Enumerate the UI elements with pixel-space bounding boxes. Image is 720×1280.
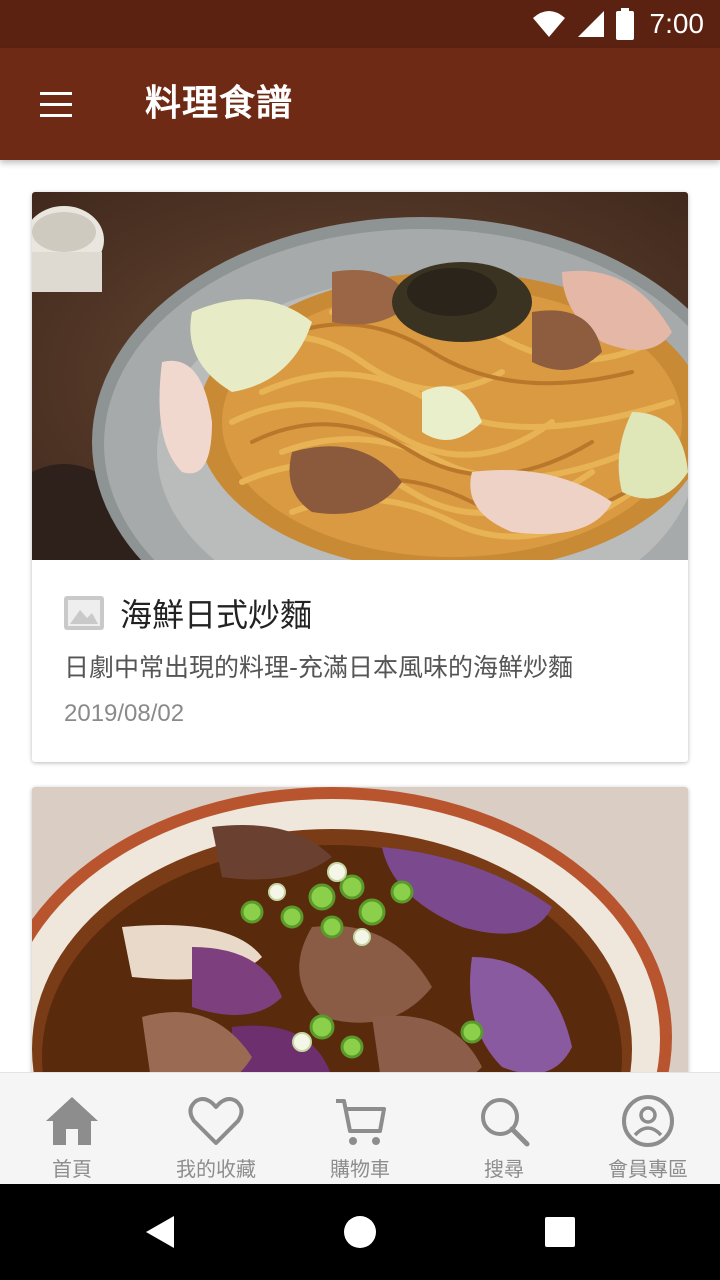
yakisoba-photo <box>32 192 688 560</box>
recipe-description: 日劇中常出現的料理-充滿日本風味的海鮮炒麵 <box>64 653 574 682</box>
home-icon <box>46 1097 98 1145</box>
recipe-card-body: 海鮮日式炒麵 日劇中常出現的料理-充滿日本風味的海鮮炒麵 2019/08/02 <box>32 560 688 762</box>
back-icon[interactable] <box>136 1208 184 1256</box>
recipe-title: 海鮮日式炒麵 <box>120 596 313 634</box>
recipe-card[interactable]: 海鮮日式炒麵 日劇中常出現的料理-充滿日本風味的海鮮炒麵 2019/08/02 <box>32 192 688 762</box>
account-icon <box>622 1095 674 1147</box>
system-nav-bar <box>0 1184 720 1280</box>
home-circle-icon[interactable] <box>336 1208 384 1256</box>
hamburger-menu-icon[interactable] <box>28 78 84 130</box>
image-icon <box>64 596 104 630</box>
nav-item-home[interactable]: 首頁 <box>0 1073 144 1185</box>
recipe-title-row: 海鮮日式炒麵 <box>64 590 312 636</box>
app-bar: 料理食譜 <box>0 48 720 160</box>
recipe-card[interactable] <box>32 787 688 1072</box>
signal-icon <box>577 11 604 37</box>
wifi-icon <box>532 11 565 37</box>
nav-item-cart[interactable]: 購物車 <box>288 1073 432 1185</box>
heart-icon <box>188 1097 244 1145</box>
nav-label-cart: 購物車 <box>330 1157 390 1181</box>
nav-label-home: 首頁 <box>52 1157 92 1181</box>
cart-icon <box>336 1099 386 1145</box>
nav-item-favorites[interactable]: 我的收藏 <box>144 1073 288 1185</box>
nav-label-favorites: 我的收藏 <box>176 1157 256 1181</box>
search-icon <box>481 1098 530 1147</box>
recents-icon[interactable] <box>536 1208 584 1256</box>
nav-label-search: 搜尋 <box>484 1157 524 1181</box>
status-bar: 7:00 <box>0 0 720 48</box>
nav-item-search[interactable]: 搜尋 <box>432 1073 576 1185</box>
recipe-list[interactable]: 海鮮日式炒麵 日劇中常出現的料理-充滿日本風味的海鮮炒麵 2019/08/02 <box>0 160 720 1072</box>
status-time: 7:00 <box>649 8 705 39</box>
beef-eggplant-soup-photo <box>32 787 688 1072</box>
battery-icon <box>615 8 634 40</box>
page-title: 料理食譜 <box>145 83 294 124</box>
recipe-date: 2019/08/02 <box>64 700 185 727</box>
nav-item-account[interactable]: 會員專區 <box>576 1073 720 1185</box>
bottom-nav: 首頁 我的收藏 購物車 搜尋 會員專區 <box>0 1072 720 1185</box>
status-icons: 7:00 <box>532 0 705 48</box>
nav-label-account: 會員專區 <box>608 1157 688 1181</box>
